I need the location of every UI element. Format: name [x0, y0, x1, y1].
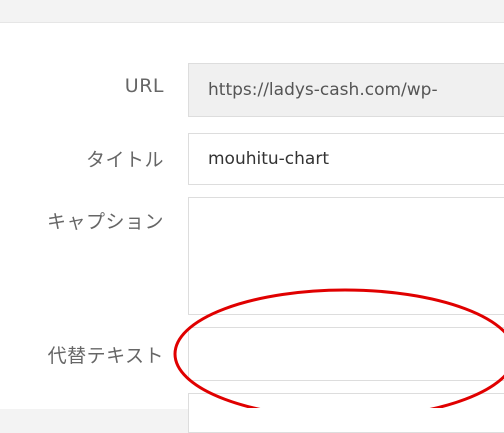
alt-text-field[interactable]: [188, 327, 504, 381]
url-field[interactable]: https://ladys-cash.com/wp-: [188, 63, 504, 117]
caption-label: キャプション: [46, 211, 164, 233]
caption-textarea[interactable]: [188, 197, 504, 315]
next-field[interactable]: [188, 393, 504, 433]
title-label: タイトル: [85, 149, 164, 171]
attachment-details-panel: URL https://ladys-cash.com/wp- タイトル mouh…: [0, 22, 504, 433]
title-field[interactable]: mouhitu-chart: [188, 133, 504, 185]
alt-text-label: 代替テキスト: [47, 345, 164, 367]
url-label: URL: [124, 75, 164, 97]
